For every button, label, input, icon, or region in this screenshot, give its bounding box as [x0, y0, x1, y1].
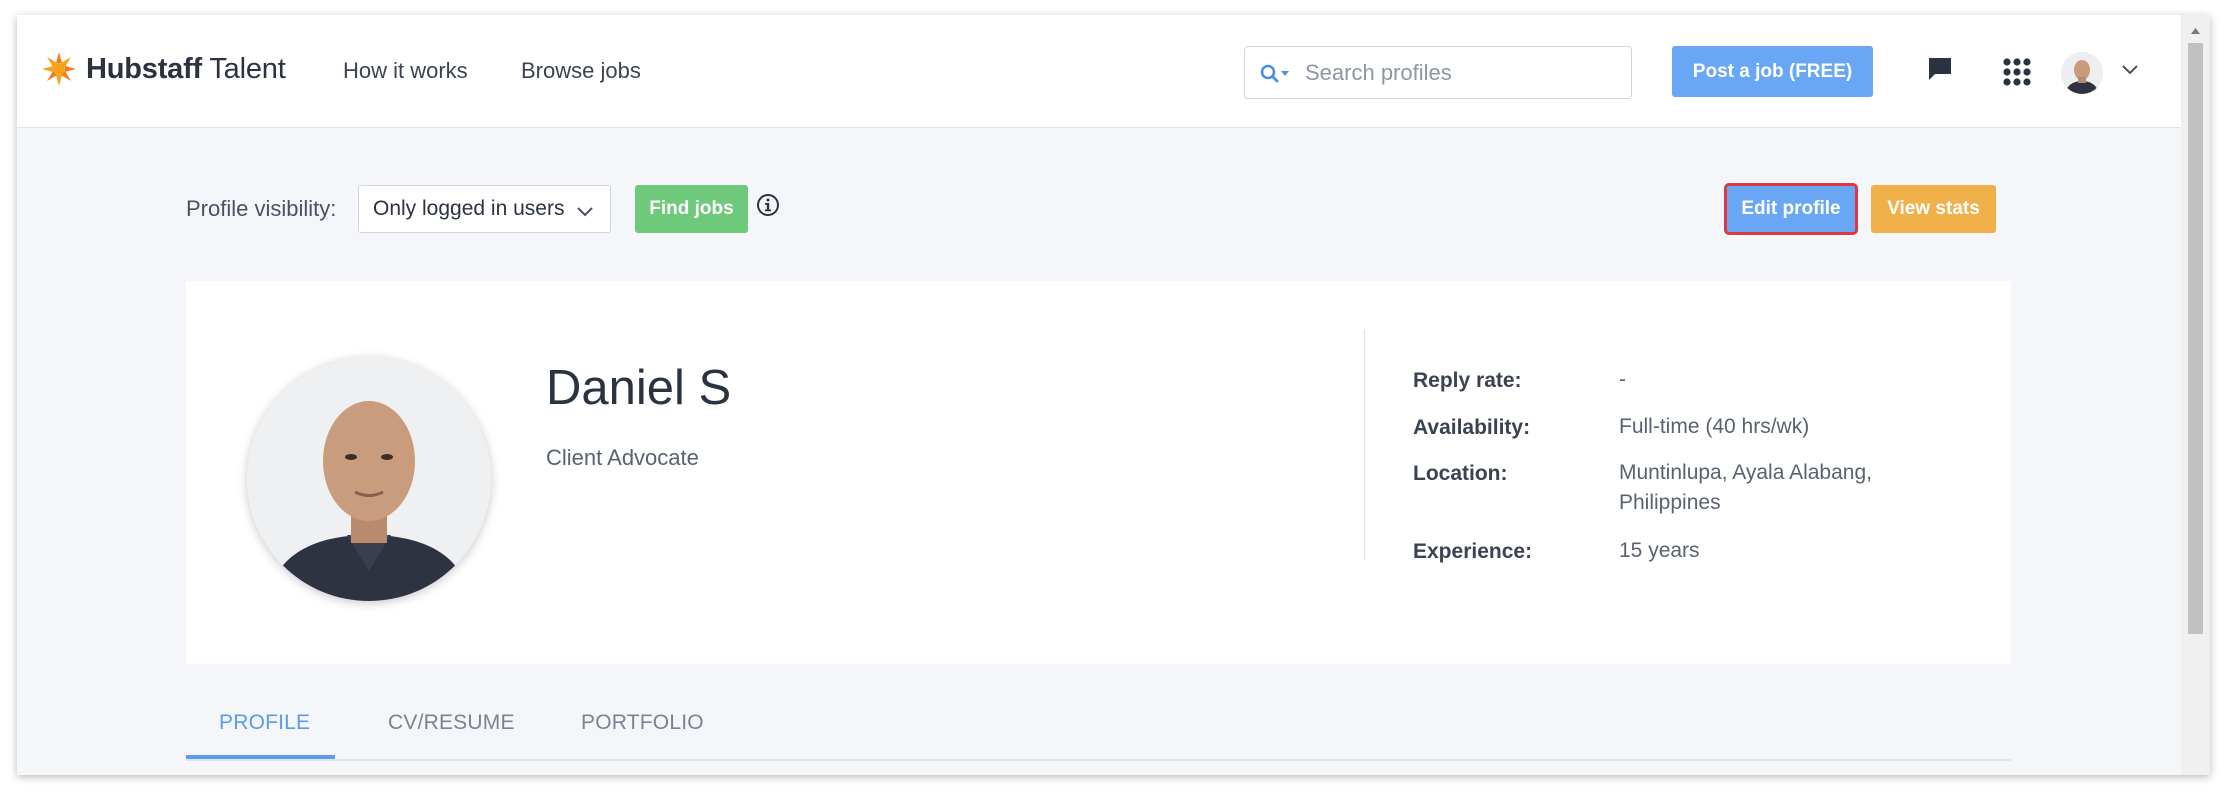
reply-rate-value: - — [1619, 368, 1626, 391]
location-value-line1: Muntinlupa, Ayala Alabang, — [1619, 461, 1872, 484]
hubstaff-talent-logo[interactable]: Hubstaff Talent — [40, 49, 286, 89]
active-tab-indicator — [186, 755, 335, 759]
search-icon[interactable] — [1259, 61, 1293, 85]
nav-browse-jobs[interactable]: Browse jobs — [521, 58, 641, 84]
tab-profile[interactable]: PROFILE — [219, 711, 310, 735]
apps-grid-icon[interactable] — [2000, 55, 2034, 89]
profile-card: Daniel S Client Advocate Reply rate: - A… — [186, 281, 2011, 664]
chevron-down-icon — [576, 200, 594, 224]
user-photo-icon — [2061, 52, 2103, 94]
chat-icon[interactable] — [1925, 54, 1955, 84]
vertical-scrollbar[interactable] — [2181, 15, 2210, 775]
avatar[interactable] — [2061, 52, 2103, 94]
profile-visibility-select[interactable]: Only logged in users — [358, 185, 611, 233]
profile-title: Client Advocate — [546, 445, 699, 470]
edit-profile-button[interactable]: Edit profile — [1724, 183, 1858, 235]
location-label: Location: — [1413, 462, 1508, 485]
nav-how-it-works[interactable]: How it works — [343, 58, 468, 84]
scroll-up-arrow-icon[interactable] — [2190, 22, 2201, 40]
profile-photo — [247, 357, 491, 601]
scrollbar-thumb[interactable] — [2188, 43, 2203, 634]
tab-portfolio[interactable]: PORTFOLIO — [581, 711, 704, 735]
post-job-button[interactable]: Post a job (FREE) — [1672, 46, 1873, 97]
availability-value: Full-time (40 hrs/wk) — [1619, 415, 1810, 438]
profile-tabs: PROFILE CV/RESUME PORTFOLIO — [186, 695, 2011, 761]
experience-value: 15 years — [1619, 539, 1700, 562]
profile-photo-icon — [247, 357, 491, 601]
profile-visibility-value: Only logged in users — [373, 197, 565, 220]
location-value-line2: Philippines — [1619, 491, 1721, 514]
browser-window: Hubstaff Talent How it works Browse jobs… — [17, 15, 2210, 775]
chevron-down-icon[interactable] — [2121, 63, 2139, 81]
tab-cv-resume[interactable]: CV/RESUME — [388, 711, 515, 735]
search-box[interactable] — [1244, 46, 1632, 99]
search-input[interactable] — [1305, 59, 1625, 86]
profile-name: Daniel S — [546, 361, 732, 415]
profile-visibility-label: Profile visibility: — [186, 196, 337, 221]
reply-rate-label: Reply rate: — [1413, 369, 1522, 392]
availability-label: Availability: — [1413, 416, 1531, 439]
hubstaff-logo-icon — [42, 52, 76, 86]
brand-name: Hubstaff Talent — [86, 52, 286, 85]
experience-label: Experience: — [1413, 540, 1533, 563]
card-divider — [1364, 330, 1365, 560]
find-jobs-button[interactable]: Find jobs — [635, 185, 748, 233]
view-stats-button[interactable]: View stats — [1871, 185, 1996, 233]
top-navigation-bar: Hubstaff Talent How it works Browse jobs… — [17, 15, 2181, 128]
info-icon[interactable] — [756, 193, 780, 222]
